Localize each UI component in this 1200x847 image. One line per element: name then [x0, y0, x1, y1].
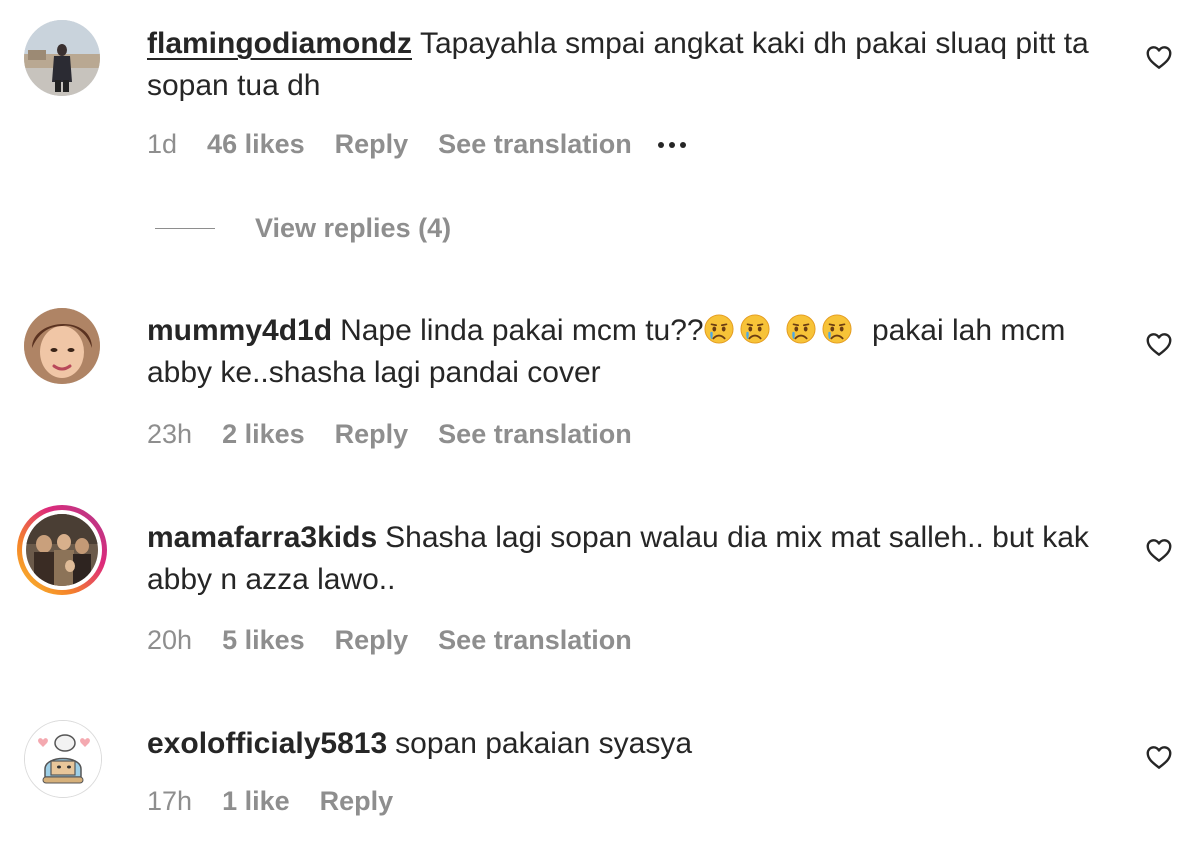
view-replies-button[interactable]: View replies (4)	[155, 213, 451, 244]
comment-text: flamingodiamondz Tapayahla smpai angkat k…	[147, 23, 1107, 107]
view-replies-label: View replies (4)	[255, 213, 452, 243]
heart-outline-icon[interactable]	[1144, 329, 1174, 359]
crying-sad-face-emoji	[822, 314, 852, 344]
comment-text: mamafarra3kids Shasha lagi sopan walau di…	[147, 517, 1107, 601]
heart-outline-icon[interactable]	[1144, 42, 1174, 72]
comment-timestamp[interactable]: 20h	[147, 625, 192, 656]
avatar[interactable]	[24, 720, 102, 798]
comment-likes[interactable]: 5 likes	[222, 625, 305, 656]
comment-likes[interactable]: 1 like	[222, 786, 290, 817]
comment-body-start: Nape linda pakai mcm tu??	[340, 314, 704, 347]
crying-sad-face-emoji	[740, 314, 770, 344]
reply-button[interactable]: Reply	[320, 786, 394, 817]
avatar	[26, 514, 98, 586]
comment-meta: 17h 1 like Reply	[147, 786, 423, 817]
comment-timestamp[interactable]: 1d	[147, 129, 177, 160]
more-options-icon[interactable]	[657, 141, 686, 148]
reply-button[interactable]: Reply	[335, 625, 409, 656]
avatar[interactable]	[24, 20, 100, 96]
view-replies-divider	[155, 228, 215, 229]
comment-username[interactable]: flamingodiamondz	[147, 27, 412, 60]
see-translation-button[interactable]: See translation	[438, 419, 632, 450]
avatar[interactable]	[24, 308, 100, 384]
comment-body: sopan pakaian syasya	[395, 727, 693, 760]
reply-button[interactable]: Reply	[335, 419, 409, 450]
see-translation-button[interactable]: See translation	[438, 625, 632, 656]
crying-sad-face-emoji	[786, 314, 816, 344]
comment-meta: 23h 2 likes Reply See translation	[147, 419, 662, 450]
comment-username[interactable]: mamafarra3kids	[147, 521, 377, 554]
comment-text: mummy4d1d Nape linda pakai mcm tu?? pakai…	[147, 310, 1107, 394]
comment-likes[interactable]: 2 likes	[222, 419, 305, 450]
comment-likes[interactable]: 46 likes	[207, 129, 305, 160]
crying-sad-face-emoji	[704, 314, 734, 344]
comment-meta: 20h 5 likes Reply See translation	[147, 625, 662, 656]
comment-timestamp[interactable]: 17h	[147, 786, 192, 817]
heart-outline-icon[interactable]	[1144, 535, 1174, 565]
comment-timestamp[interactable]: 23h	[147, 419, 192, 450]
avatar-story-ring[interactable]	[17, 505, 107, 595]
comment-meta: 1d 46 likes Reply See translation	[147, 129, 686, 160]
reply-button[interactable]: Reply	[335, 129, 409, 160]
comment-text: exolofficialy5813 sopan pakaian syasya	[147, 723, 1107, 765]
comment-username[interactable]: exolofficialy5813	[147, 727, 387, 760]
see-translation-button[interactable]: See translation	[438, 129, 632, 160]
heart-outline-icon[interactable]	[1144, 742, 1174, 772]
comment-username[interactable]: mummy4d1d	[147, 314, 332, 347]
